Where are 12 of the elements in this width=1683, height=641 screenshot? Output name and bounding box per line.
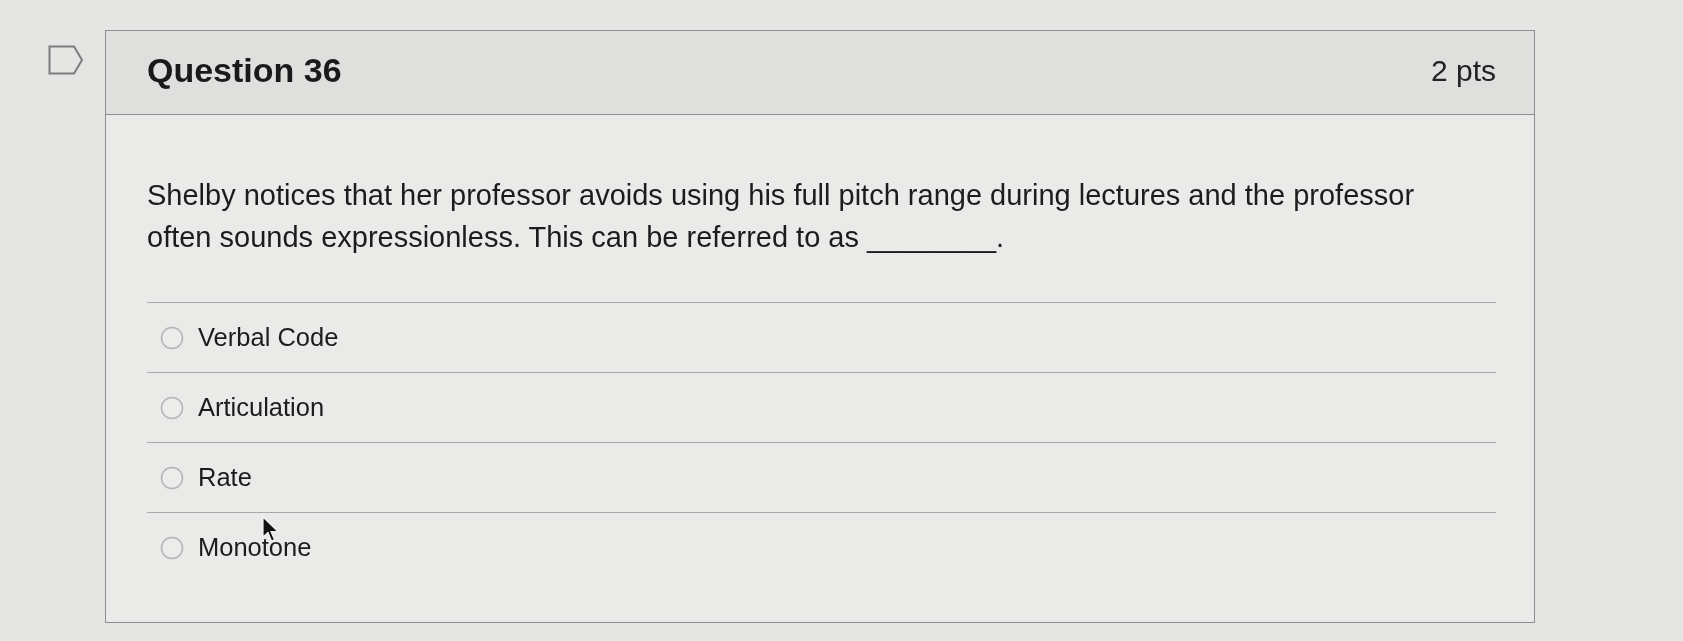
option-label: Rate — [198, 463, 252, 492]
option-label: Monotone — [198, 533, 312, 562]
radio-button[interactable] — [160, 465, 184, 490]
question-title: Question 36 — [147, 51, 342, 90]
option-label: Verbal Code — [198, 323, 339, 352]
radio-button[interactable] — [160, 395, 184, 420]
question-text: Shelby notices that her professor avoids using his full pitch range during lectures and the professor often sounds expressionless. This can be referred to as ________. — [147, 178, 1416, 255]
bookmark-icon[interactable] — [48, 45, 84, 75]
radio-button[interactable] — [160, 325, 184, 350]
radio-button[interactable] — [160, 535, 184, 560]
points-label: 2 pts — [1430, 53, 1496, 88]
option-label: Articulation — [198, 393, 325, 422]
